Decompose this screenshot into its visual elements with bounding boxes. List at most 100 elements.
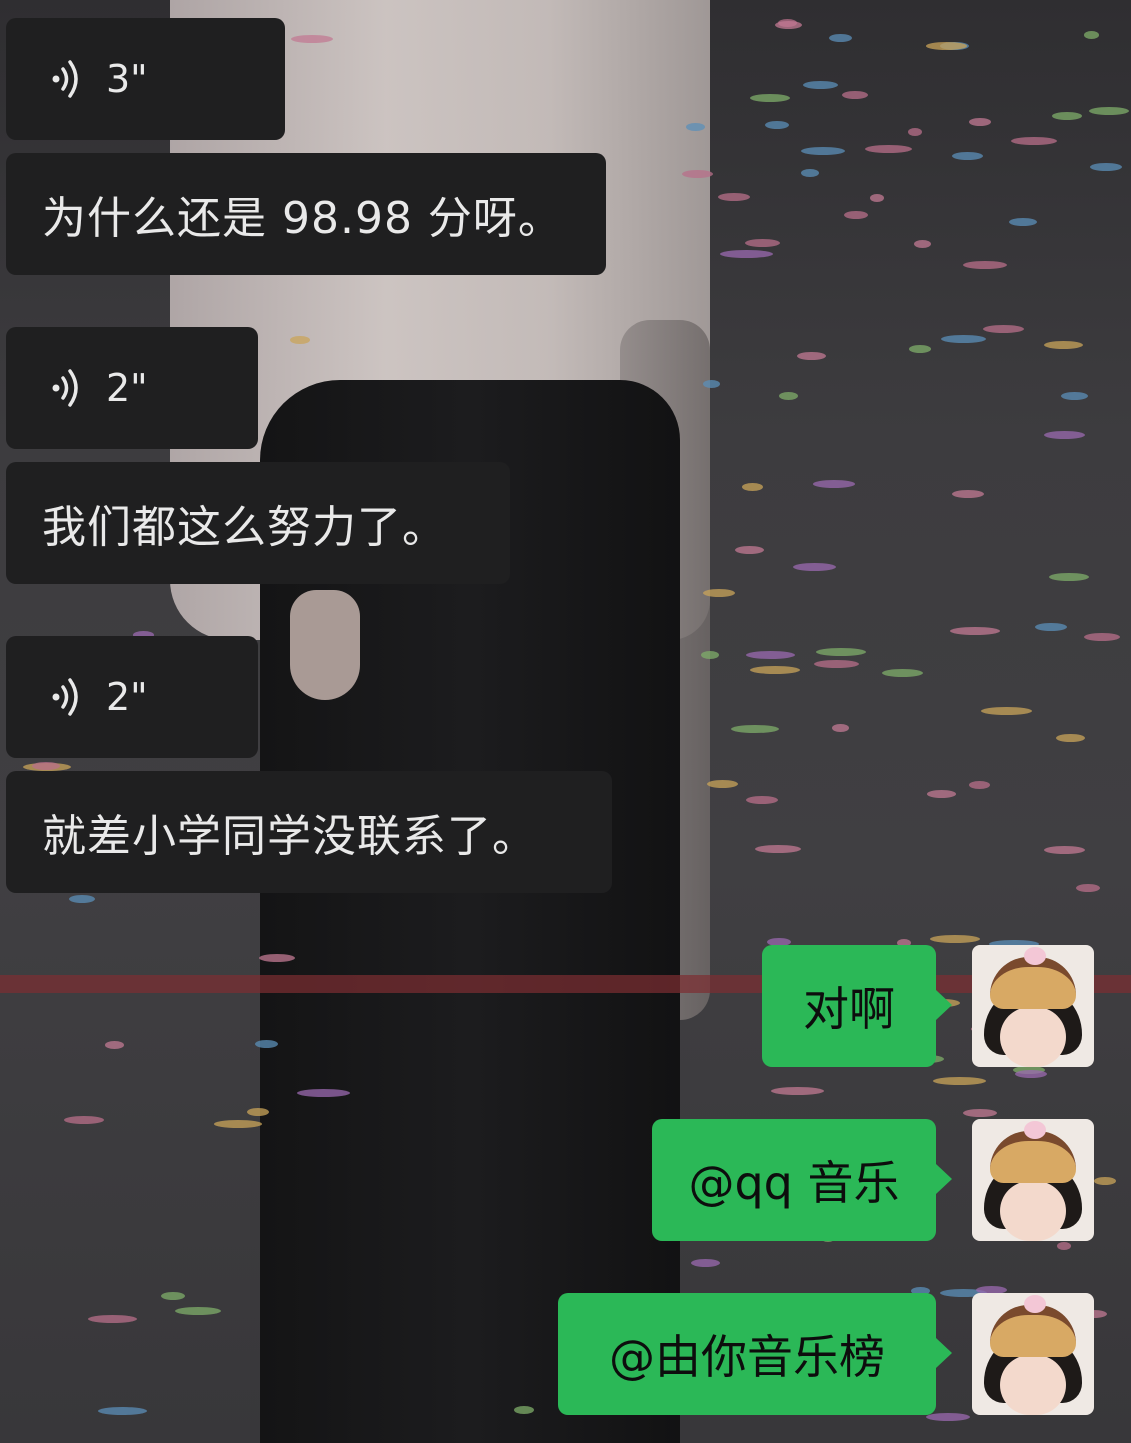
confetti-speck <box>1010 137 1057 146</box>
confetti-speck <box>290 34 334 43</box>
confetti-speck <box>952 489 985 498</box>
confetti-speck <box>63 1115 105 1124</box>
confetti-speck <box>930 934 981 943</box>
message-text: 对啊 <box>803 982 895 1036</box>
confetti-speck <box>952 152 984 161</box>
text-message[interactable]: 为什么还是 98.98 分呀。 <box>6 153 606 275</box>
confetti-speck <box>744 239 780 248</box>
confetti-speck <box>925 1412 970 1421</box>
confetti-speck <box>1084 632 1121 641</box>
confetti-speck <box>801 169 820 178</box>
voice-message[interactable]: 2" <box>6 636 258 758</box>
confetti-speck <box>1043 340 1083 349</box>
avatar-face <box>1000 1181 1066 1241</box>
text-message[interactable]: 就差小学同学没联系了。 <box>6 771 612 893</box>
confetti-speck <box>1049 573 1089 582</box>
confetti-speck <box>746 796 778 805</box>
confetti-speck <box>765 120 790 129</box>
confetti-speck <box>1056 1241 1072 1250</box>
confetti-speck <box>982 325 1024 334</box>
voice-duration: 2" <box>106 366 148 410</box>
confetti-speck <box>701 651 720 660</box>
avatar-cream <box>1024 1295 1046 1313</box>
confetti-speck <box>254 1040 279 1049</box>
avatar-cream <box>1024 947 1046 965</box>
confetti-speck <box>750 666 800 675</box>
confetti-speck <box>913 239 931 248</box>
confetti-speck <box>745 650 796 659</box>
background-red-line <box>0 975 1131 993</box>
user-avatar[interactable] <box>972 945 1094 1067</box>
confetti-speck <box>1076 884 1100 893</box>
confetti-speck <box>1061 392 1089 401</box>
confetti-speck <box>842 91 869 99</box>
confetti-speck <box>770 1087 824 1096</box>
text-message[interactable]: 我们都这么努力了。 <box>6 462 510 584</box>
speaker-wave-icon <box>52 678 78 716</box>
background-hand <box>290 590 360 700</box>
confetti-speck <box>1035 623 1067 632</box>
confetti-speck <box>175 1306 221 1315</box>
confetti-speck <box>703 380 721 389</box>
confetti-speck <box>797 352 826 361</box>
confetti-speck <box>1009 218 1038 227</box>
confetti-speck <box>813 660 860 669</box>
voice-message[interactable]: 3" <box>6 18 285 140</box>
confetti-speck <box>802 80 838 89</box>
confetti-speck <box>926 790 957 799</box>
voice-duration: 2" <box>106 675 148 719</box>
confetti-speck <box>104 1040 125 1049</box>
confetti-speck <box>69 895 96 904</box>
confetti-speck <box>213 1119 263 1128</box>
confetti-speck <box>1083 30 1100 39</box>
confetti-speck <box>907 128 922 137</box>
confetti-speck <box>1056 733 1085 742</box>
confetti-speck <box>247 1107 270 1116</box>
avatar-face <box>1000 1007 1066 1067</box>
confetti-speck <box>718 193 751 202</box>
voice-duration: 3" <box>106 57 148 101</box>
sent-message[interactable]: @qq 音乐 <box>652 1119 952 1241</box>
confetti-speck <box>731 724 779 733</box>
confetti-speck <box>686 122 705 131</box>
confetti-speck <box>87 1315 137 1324</box>
confetti-speck <box>941 335 986 344</box>
confetti-speck <box>800 146 846 155</box>
confetti-speck <box>290 336 310 345</box>
confetti-speck <box>793 563 837 572</box>
confetti-speck <box>844 211 868 220</box>
confetti-speck <box>774 20 802 29</box>
sent-message[interactable]: @由你音乐榜 <box>558 1293 952 1415</box>
confetti-speck <box>969 117 991 126</box>
user-avatar[interactable] <box>972 1119 1094 1241</box>
confetti-speck <box>1090 162 1123 171</box>
confetti-speck <box>815 647 866 656</box>
confetti-speck <box>706 780 738 789</box>
user-avatar[interactable] <box>972 1293 1094 1415</box>
confetti-speck <box>963 261 1007 270</box>
confetti-speck <box>749 94 791 103</box>
confetti-speck <box>865 144 912 153</box>
voice-message[interactable]: 2" <box>6 327 258 449</box>
avatar-face <box>1000 1355 1066 1415</box>
speaker-wave-icon <box>52 369 78 407</box>
message-text: @qq 音乐 <box>688 1156 900 1210</box>
confetti-speck <box>968 781 990 790</box>
confetti-speck <box>161 1292 185 1301</box>
sent-message[interactable]: 对啊 <box>762 945 952 1067</box>
confetti-speck <box>720 250 773 259</box>
confetti-speck <box>778 392 798 401</box>
confetti-speck <box>908 344 932 353</box>
confetti-speck <box>741 482 763 491</box>
confetti-speck <box>1051 111 1082 120</box>
confetti-speck <box>690 1259 721 1268</box>
confetti-speck <box>882 669 924 678</box>
confetti-speck <box>829 34 853 43</box>
message-text: 就差小学同学没联系了。 <box>42 811 537 862</box>
message-text: @由你音乐榜 <box>609 1330 885 1384</box>
avatar-cream <box>1024 1121 1046 1139</box>
confetti-speck <box>962 1109 997 1118</box>
confetti-speck <box>933 1077 986 1086</box>
confetti-speck <box>981 706 1032 715</box>
confetti-speck <box>1044 431 1085 440</box>
